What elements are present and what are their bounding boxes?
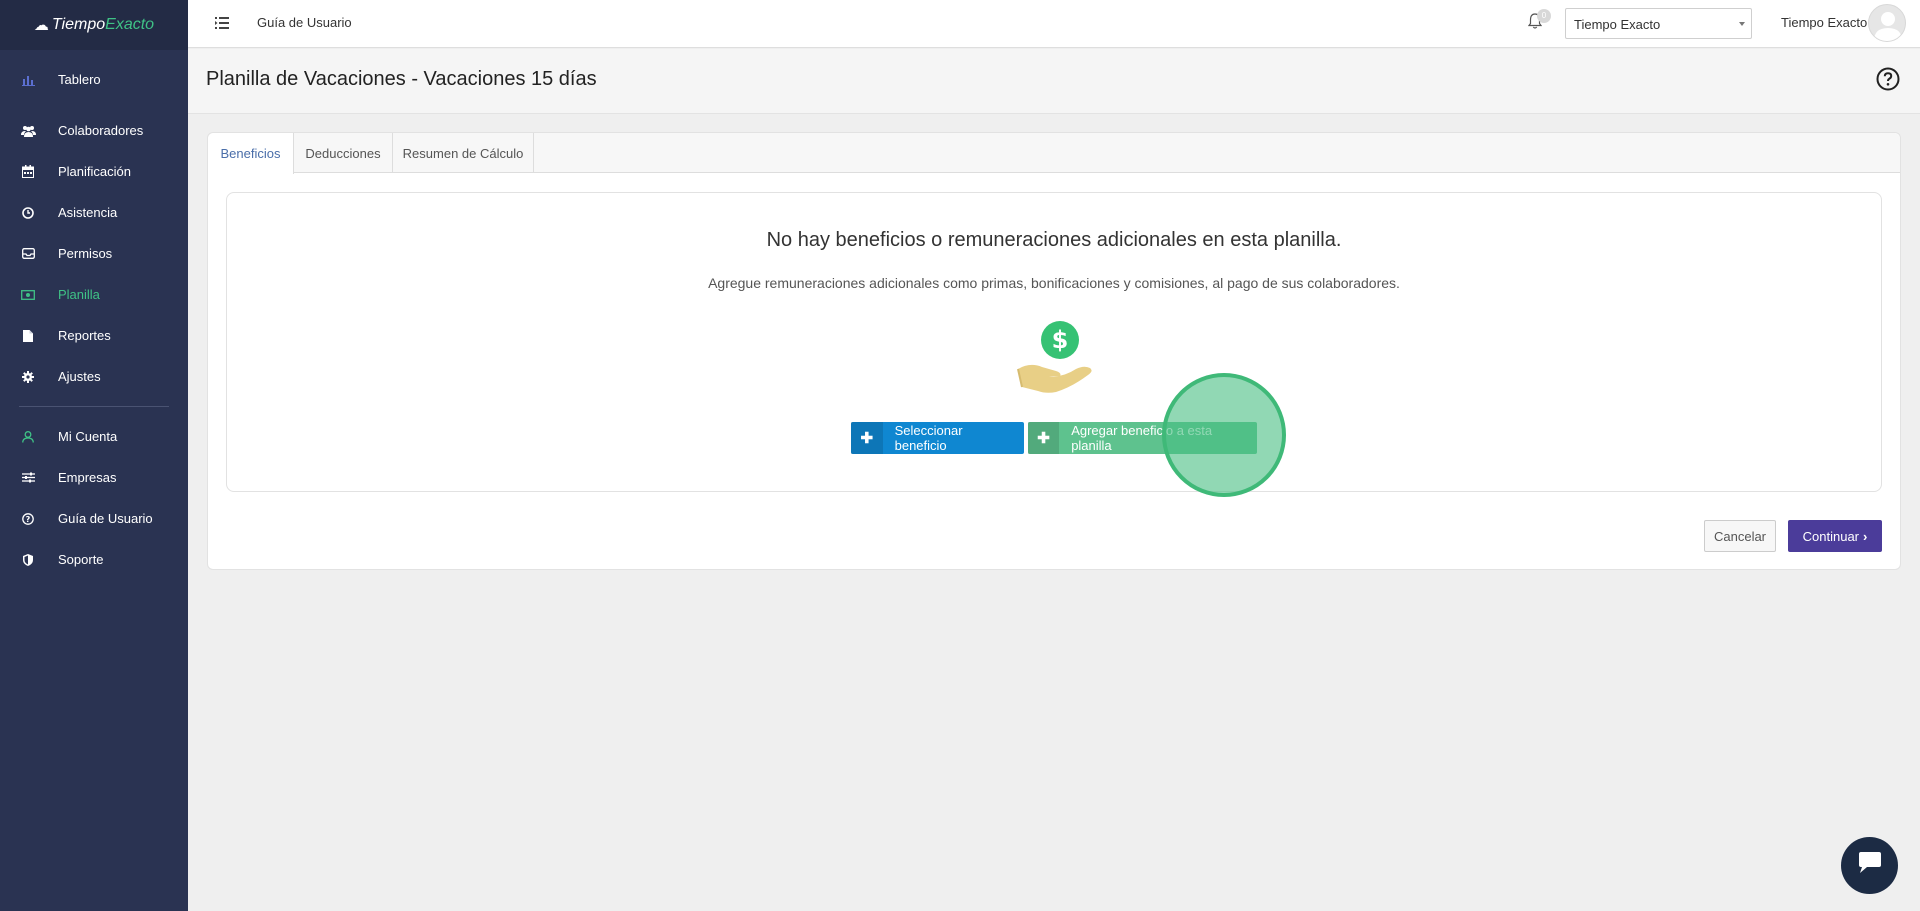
shield-icon — [20, 552, 36, 568]
add-benefit-label: Agregar beneficio a esta planilla — [1071, 423, 1213, 453]
brand-name-part1: Tiempo — [51, 16, 106, 33]
chevron-right-icon: › — [1863, 528, 1868, 544]
money-icon — [20, 287, 36, 303]
plus-icon: ✚ — [1028, 422, 1060, 454]
sidebar-item-ajustes[interactable]: Ajustes — [0, 356, 188, 397]
sidebar-item-reportes[interactable]: Reportes — [0, 315, 188, 356]
cancel-button[interactable]: Cancelar — [1704, 520, 1776, 552]
gear-icon — [20, 369, 36, 385]
user-icon — [20, 429, 36, 445]
empty-state-subtitle: Agregue remuneraciones adicionales como … — [708, 275, 1400, 291]
caret-down-icon — [1739, 22, 1745, 26]
sidebar-item-planificacion[interactable]: Planificación — [0, 151, 188, 192]
sidebar-item-planilla[interactable]: Planilla — [0, 274, 188, 315]
sidebar-item-colaboradores[interactable]: Colaboradores — [0, 110, 188, 151]
tab-bar: Beneficios Deducciones Resumen de Cálcul… — [208, 133, 1900, 174]
chat-icon — [1856, 851, 1884, 880]
svg-text:?: ? — [26, 515, 31, 524]
sidebar-item-label: Guía de Usuario — [58, 511, 153, 526]
file-icon — [20, 328, 36, 344]
calendar-icon — [20, 164, 36, 180]
sidebar-divider — [19, 406, 169, 407]
payroll-card: Beneficios Deducciones Resumen de Cálcul… — [207, 132, 1901, 570]
tab-label: Beneficios — [220, 146, 281, 161]
sidebar-item-asistencia[interactable]: Asistencia — [0, 192, 188, 233]
svg-text:$: $ — [1052, 326, 1069, 354]
sidebar-item-label: Empresas — [58, 470, 117, 485]
cancel-label: Cancelar — [1713, 528, 1767, 544]
sidebar-item-mi-cuenta[interactable]: Mi Cuenta — [0, 416, 188, 457]
sidebar-item-label: Mi Cuenta — [58, 429, 118, 444]
tab-beneficios[interactable]: Beneficios — [208, 133, 294, 174]
select-benefit-button[interactable]: ✚ Seleccionar beneficio — [851, 422, 1024, 454]
page-title: Planilla de Vacaciones - Vacaciones 15 d… — [206, 68, 597, 90]
sidebar-item-guia-de-usuario[interactable]: ? Guía de Usuario — [0, 498, 188, 539]
sidebar-nav: Tablero Colaboradores Planificación Asis… — [0, 59, 188, 397]
cloud-icon: ☁ — [33, 17, 49, 34]
inbox-icon — [20, 246, 36, 262]
chat-button[interactable] — [1841, 837, 1898, 894]
sidebar-nav-secondary: Mi Cuenta Empresas ? Guía de Usuario Sop… — [0, 416, 188, 580]
sidebar-item-label: Permisos — [58, 246, 113, 261]
sidebar-item-label: Tablero — [58, 72, 101, 87]
sidebar-item-soporte[interactable]: Soporte — [0, 539, 188, 580]
plus-icon: ✚ — [851, 422, 883, 454]
bar-chart-icon — [20, 72, 36, 88]
user-name[interactable]: Tiempo Exacto — [1781, 15, 1867, 30]
continue-label: Continuar — [1802, 528, 1860, 544]
money-hand-icon: $ — [1016, 321, 1096, 397]
select-benefit-label: Seleccionar beneficio — [894, 423, 963, 453]
sidebar-item-tablero[interactable]: Tablero — [0, 59, 188, 100]
question-circle-icon: ? — [20, 511, 36, 527]
avatar[interactable] — [1868, 4, 1906, 42]
sidebar-item-label: Reportes — [58, 328, 111, 343]
notification-badge: 0 — [1537, 9, 1551, 23]
menu-toggle-icon[interactable] — [215, 16, 229, 29]
topbar-user-guide-link[interactable]: Guía de Usuario — [257, 15, 352, 30]
tab-deducciones[interactable]: Deducciones — [294, 133, 393, 173]
sliders-icon — [20, 470, 36, 486]
company-select[interactable]: Tiempo Exacto — [1565, 8, 1752, 39]
sidebar: ☁ Tiempo Exacto Tablero Colaboradores Pla… — [0, 0, 188, 911]
empty-state-panel: No hay beneficios o remuneraciones adici… — [226, 192, 1882, 497]
brand-logo[interactable]: ☁ Tiempo Exacto — [0, 0, 188, 50]
sidebar-item-label: Soporte — [58, 552, 104, 567]
topbar: Guía de Usuario 0 Tiempo Exacto Tiempo E… — [188, 0, 1920, 48]
sidebar-item-label: Planificación — [58, 164, 131, 179]
sidebar-item-label: Colaboradores — [58, 123, 144, 138]
sidebar-item-label: Asistencia — [58, 205, 118, 220]
brand-name-part2: Exacto — [105, 16, 155, 33]
tab-resumen-de-calculo[interactable]: Resumen de Cálculo — [393, 133, 534, 173]
sidebar-item-permisos[interactable]: Permisos — [0, 233, 188, 274]
sidebar-item-label: Ajustes — [58, 369, 101, 384]
users-icon — [20, 123, 36, 139]
page-header: Planilla de Vacaciones - Vacaciones 15 d… — [188, 49, 1920, 114]
sidebar-item-label: Planilla — [58, 287, 100, 302]
tab-label: Resumen de Cálculo — [402, 145, 524, 161]
clock-icon — [20, 205, 36, 221]
add-benefit-button[interactable]: ✚ Agregar beneficio a esta planilla — [1028, 422, 1257, 454]
continue-button[interactable]: Continuar › — [1788, 520, 1882, 552]
empty-state-title: No hay beneficios o remuneraciones adici… — [766, 229, 1342, 251]
help-icon[interactable] — [1876, 67, 1900, 91]
tab-label: Deducciones — [305, 145, 381, 161]
company-select-value: Tiempo Exacto — [1574, 17, 1661, 32]
sidebar-item-empresas[interactable]: Empresas — [0, 457, 188, 498]
